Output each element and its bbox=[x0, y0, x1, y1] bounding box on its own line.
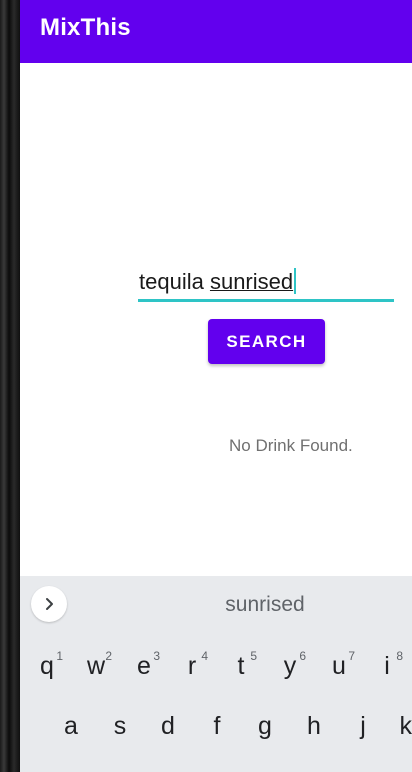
search-text-part1: tequila bbox=[139, 269, 210, 294]
key-label: f bbox=[213, 711, 221, 740]
key-s[interactable]: s bbox=[100, 701, 140, 751]
key-q[interactable]: q 1 bbox=[27, 641, 67, 691]
key-label: r bbox=[187, 651, 197, 680]
key-label: s bbox=[113, 711, 127, 740]
key-label: i bbox=[384, 651, 390, 680]
key-hint: 3 bbox=[153, 649, 160, 663]
suggestion-strip: sunrised bbox=[20, 576, 412, 631]
key-g[interactable]: g bbox=[245, 701, 285, 751]
suggestion-label: sunrised bbox=[225, 593, 305, 616]
key-label: h bbox=[307, 711, 321, 740]
key-i[interactable]: i 8 bbox=[367, 641, 407, 691]
no-result-message: No Drink Found. bbox=[229, 436, 353, 455]
key-hint: 1 bbox=[56, 649, 63, 663]
key-label: q bbox=[40, 651, 54, 680]
key-hint: 7 bbox=[348, 649, 355, 663]
search-button[interactable]: SEARCH bbox=[208, 319, 325, 364]
app-bar: MixThis bbox=[20, 0, 412, 63]
key-y[interactable]: y 6 bbox=[270, 641, 310, 691]
key-label: d bbox=[161, 711, 175, 740]
key-label: a bbox=[64, 711, 78, 740]
key-f[interactable]: f bbox=[197, 701, 237, 751]
key-label: j bbox=[360, 711, 366, 740]
on-screen-keyboard: sunrised q 1 w 2 e 3 r 4 t 5 y 6 u 7 i 8… bbox=[20, 576, 412, 772]
key-w[interactable]: w 2 bbox=[76, 641, 116, 691]
key-hint: 8 bbox=[396, 649, 403, 663]
key-hint: 6 bbox=[299, 649, 306, 663]
key-label: g bbox=[258, 711, 272, 740]
device-bezel bbox=[0, 0, 20, 772]
key-label: t bbox=[237, 651, 245, 680]
key-label: u bbox=[332, 651, 346, 680]
key-hint: 5 bbox=[250, 649, 257, 663]
key-hint: 2 bbox=[105, 649, 112, 663]
app-screen: MixThis tequila sunrised SEARCH No Drink… bbox=[20, 0, 412, 772]
key-t[interactable]: t 5 bbox=[221, 641, 261, 691]
keyboard-keys: q 1 w 2 e 3 r 4 t 5 y 6 u 7 i 8 a s d f … bbox=[20, 631, 412, 772]
key-u[interactable]: u 7 bbox=[319, 641, 359, 691]
search-text-composing-word: sunrised bbox=[209, 269, 294, 294]
key-k[interactable]: k bbox=[382, 701, 412, 751]
search-input[interactable]: tequila sunrised bbox=[138, 262, 394, 302]
key-hint: 4 bbox=[201, 649, 208, 663]
text-caret bbox=[294, 268, 297, 294]
key-label: e bbox=[137, 651, 151, 680]
key-e[interactable]: e 3 bbox=[124, 641, 164, 691]
key-label: y bbox=[283, 651, 297, 680]
key-label: k bbox=[399, 711, 412, 740]
app-title: MixThis bbox=[40, 14, 131, 41]
key-h[interactable]: h bbox=[294, 701, 334, 751]
key-d[interactable]: d bbox=[148, 701, 188, 751]
suggestion-item[interactable]: sunrised bbox=[20, 593, 412, 617]
key-a[interactable]: a bbox=[51, 701, 91, 751]
key-label: w bbox=[86, 651, 106, 680]
search-input-value: tequila sunrised bbox=[139, 268, 297, 295]
key-j[interactable]: j bbox=[343, 701, 383, 751]
key-r[interactable]: r 4 bbox=[172, 641, 212, 691]
